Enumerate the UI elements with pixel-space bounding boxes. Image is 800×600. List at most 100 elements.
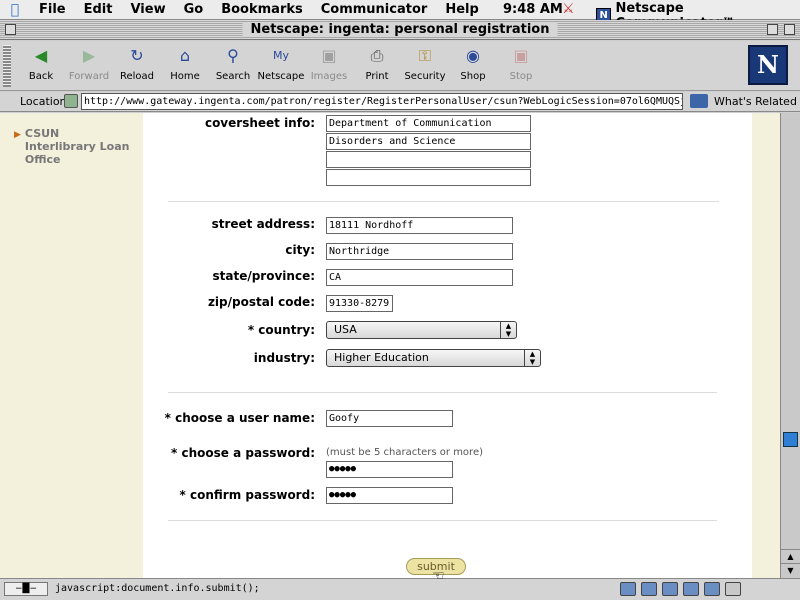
section-divider bbox=[168, 392, 717, 393]
reload-label: Reload bbox=[119, 71, 155, 82]
composer-component-icon[interactable] bbox=[704, 582, 720, 596]
back-label: Back bbox=[28, 71, 54, 82]
hand-cursor-icon: ☜ bbox=[432, 568, 445, 584]
scroll-down-arrow-icon[interactable]: ▼ bbox=[781, 563, 800, 577]
scrollbar-thumb[interactable] bbox=[783, 432, 798, 447]
inbox-component-icon[interactable] bbox=[641, 582, 657, 596]
country-select[interactable]: USA ▲ ▼ bbox=[326, 321, 517, 339]
coversheet-line-1[interactable]: Department of Communication bbox=[326, 115, 531, 132]
country-value: USA bbox=[334, 323, 357, 336]
street-label: street address: bbox=[211, 217, 315, 231]
menu-edit[interactable]: Edit bbox=[75, 2, 122, 17]
navigator-component-icon[interactable] bbox=[620, 582, 636, 596]
stop-label: Stop bbox=[509, 71, 533, 82]
window-collapse-box[interactable] bbox=[784, 24, 795, 35]
menubar-clock[interactable]: 9:48 AM bbox=[503, 2, 563, 17]
search-button[interactable]: ⚲ Search bbox=[209, 45, 257, 82]
newsgroups-component-icon[interactable] bbox=[662, 582, 678, 596]
forward-button[interactable]: ▶ Forward bbox=[65, 45, 113, 82]
apple-menu-icon[interactable]:  bbox=[0, 2, 30, 18]
select-arrows-icon: ▲ ▼ bbox=[500, 322, 516, 338]
print-button[interactable]: ⎙ Print bbox=[353, 45, 401, 82]
menu-communicator[interactable]: Communicator bbox=[312, 2, 437, 17]
images-label: Images bbox=[310, 71, 348, 82]
menu-help[interactable]: Help bbox=[436, 2, 487, 17]
reload-button[interactable]: ↻ Reload bbox=[113, 45, 161, 82]
window-titlebar[interactable]: Netscape: ingenta: personal registration bbox=[0, 20, 800, 40]
status-message: javascript:document.info.submit(); bbox=[55, 583, 260, 594]
back-arrow-icon: ◀ bbox=[34, 46, 48, 65]
url-input[interactable]: http://www.gateway.ingenta.com/patron/re… bbox=[81, 93, 683, 110]
industry-label: industry: bbox=[253, 351, 315, 365]
page-content: ▶ CSUN Interlibrary Loan Office covershee… bbox=[0, 113, 780, 578]
right-margin-strip bbox=[752, 113, 780, 578]
whats-related-button[interactable]: What's Related bbox=[690, 94, 797, 108]
bullet-triangle-icon: ▶ bbox=[14, 130, 21, 140]
window-title: Netscape: ingenta: personal registration bbox=[242, 22, 558, 37]
city-input[interactable]: Northridge bbox=[326, 243, 513, 260]
section-divider bbox=[168, 201, 719, 202]
shop-bag-icon: ◉ bbox=[466, 46, 480, 65]
toolbar-collapse-grip[interactable] bbox=[3, 45, 11, 87]
username-input[interactable]: Goofy bbox=[326, 410, 453, 427]
password-hint: (must be 5 characters or more) bbox=[326, 447, 483, 458]
coversheet-line-3[interactable] bbox=[326, 151, 531, 168]
menubar:  File Edit View Go Bookmarks Communicat… bbox=[0, 0, 800, 31]
coversheet-line-4[interactable] bbox=[326, 169, 531, 186]
whats-related-label: What's Related bbox=[714, 94, 797, 108]
images-button[interactable]: ▣ Images bbox=[305, 45, 353, 82]
city-label: city: bbox=[285, 243, 315, 257]
scroll-up-arrow-icon[interactable]: ▲ bbox=[781, 549, 800, 563]
menu-bookmarks[interactable]: Bookmarks bbox=[212, 2, 312, 17]
search-icon: ⚲ bbox=[227, 46, 239, 65]
security-button[interactable]: ⚿ Security bbox=[401, 45, 449, 82]
forward-label: Forward bbox=[68, 71, 110, 82]
vertical-scrollbar[interactable]: ▲ ▼ bbox=[780, 113, 800, 578]
location-label: Location: bbox=[20, 95, 71, 108]
resize-grip-icon[interactable] bbox=[725, 582, 741, 596]
sidebar-link-csun-ill[interactable]: ▶ CSUN Interlibrary Loan Office bbox=[14, 127, 133, 166]
address-book-component-icon[interactable] bbox=[683, 582, 699, 596]
select-arrows-icon: ▲ ▼ bbox=[524, 350, 540, 366]
home-icon: ⌂ bbox=[179, 46, 191, 65]
coversheet-line-2[interactable]: Disorders and Science bbox=[326, 133, 531, 150]
menu-view[interactable]: View bbox=[121, 2, 174, 17]
state-input[interactable]: CA bbox=[326, 269, 513, 286]
shop-button[interactable]: ◉ Shop bbox=[449, 45, 497, 82]
window-close-box[interactable] bbox=[5, 24, 16, 35]
sidebar-link-label: CSUN Interlibrary Loan Office bbox=[24, 127, 130, 166]
section-divider bbox=[168, 520, 717, 521]
menu-file[interactable]: File bbox=[30, 2, 75, 17]
print-icon: ⎙ bbox=[370, 46, 384, 65]
home-label: Home bbox=[170, 71, 200, 82]
netscape-button[interactable]: My Netscape bbox=[257, 45, 305, 82]
control-strip-icon[interactable]: ⚔ bbox=[562, 1, 575, 17]
navigation-toolbar: ◀ Back ▶ Forward ↻ Reload ⌂ Home ⚲ Searc… bbox=[0, 41, 800, 91]
stop-button[interactable]: ▣ Stop bbox=[497, 45, 545, 82]
street-input[interactable]: 18111 Nordhoff bbox=[326, 217, 513, 234]
security-label: Security bbox=[404, 71, 446, 82]
whats-related-icon bbox=[690, 94, 708, 108]
netscape-label: Netscape bbox=[257, 71, 305, 82]
print-label: Print bbox=[365, 71, 389, 82]
home-button[interactable]: ⌂ Home bbox=[161, 45, 209, 82]
page-proxy-icon[interactable] bbox=[64, 94, 78, 108]
security-status-icon[interactable]: −█− bbox=[4, 582, 48, 596]
window-zoom-box[interactable] bbox=[767, 24, 778, 35]
search-label: Search bbox=[215, 71, 251, 82]
zip-label: zip/postal code: bbox=[207, 295, 315, 309]
security-lock-icon: ⚿ bbox=[418, 46, 432, 65]
menu-go[interactable]: Go bbox=[175, 2, 213, 17]
netscape-logo[interactable]: N bbox=[748, 45, 788, 85]
state-label: state/province: bbox=[212, 269, 315, 283]
confirm-password-label: * confirm password: bbox=[179, 488, 315, 502]
confirm-password-input[interactable]: ●●●●● bbox=[326, 487, 453, 504]
status-bar: −█− javascript:document.info.submit(); bbox=[0, 578, 800, 600]
back-button[interactable]: ◀ Back bbox=[17, 45, 65, 82]
component-bar bbox=[620, 582, 741, 596]
zip-input[interactable]: 91330-8279 bbox=[326, 295, 393, 312]
password-input[interactable]: ●●●●● bbox=[326, 461, 453, 478]
industry-select[interactable]: Higher Education ▲ ▼ bbox=[326, 349, 541, 367]
location-bar: Location: http://www.gateway.ingenta.com… bbox=[0, 92, 800, 112]
stop-icon: ▣ bbox=[513, 46, 529, 65]
